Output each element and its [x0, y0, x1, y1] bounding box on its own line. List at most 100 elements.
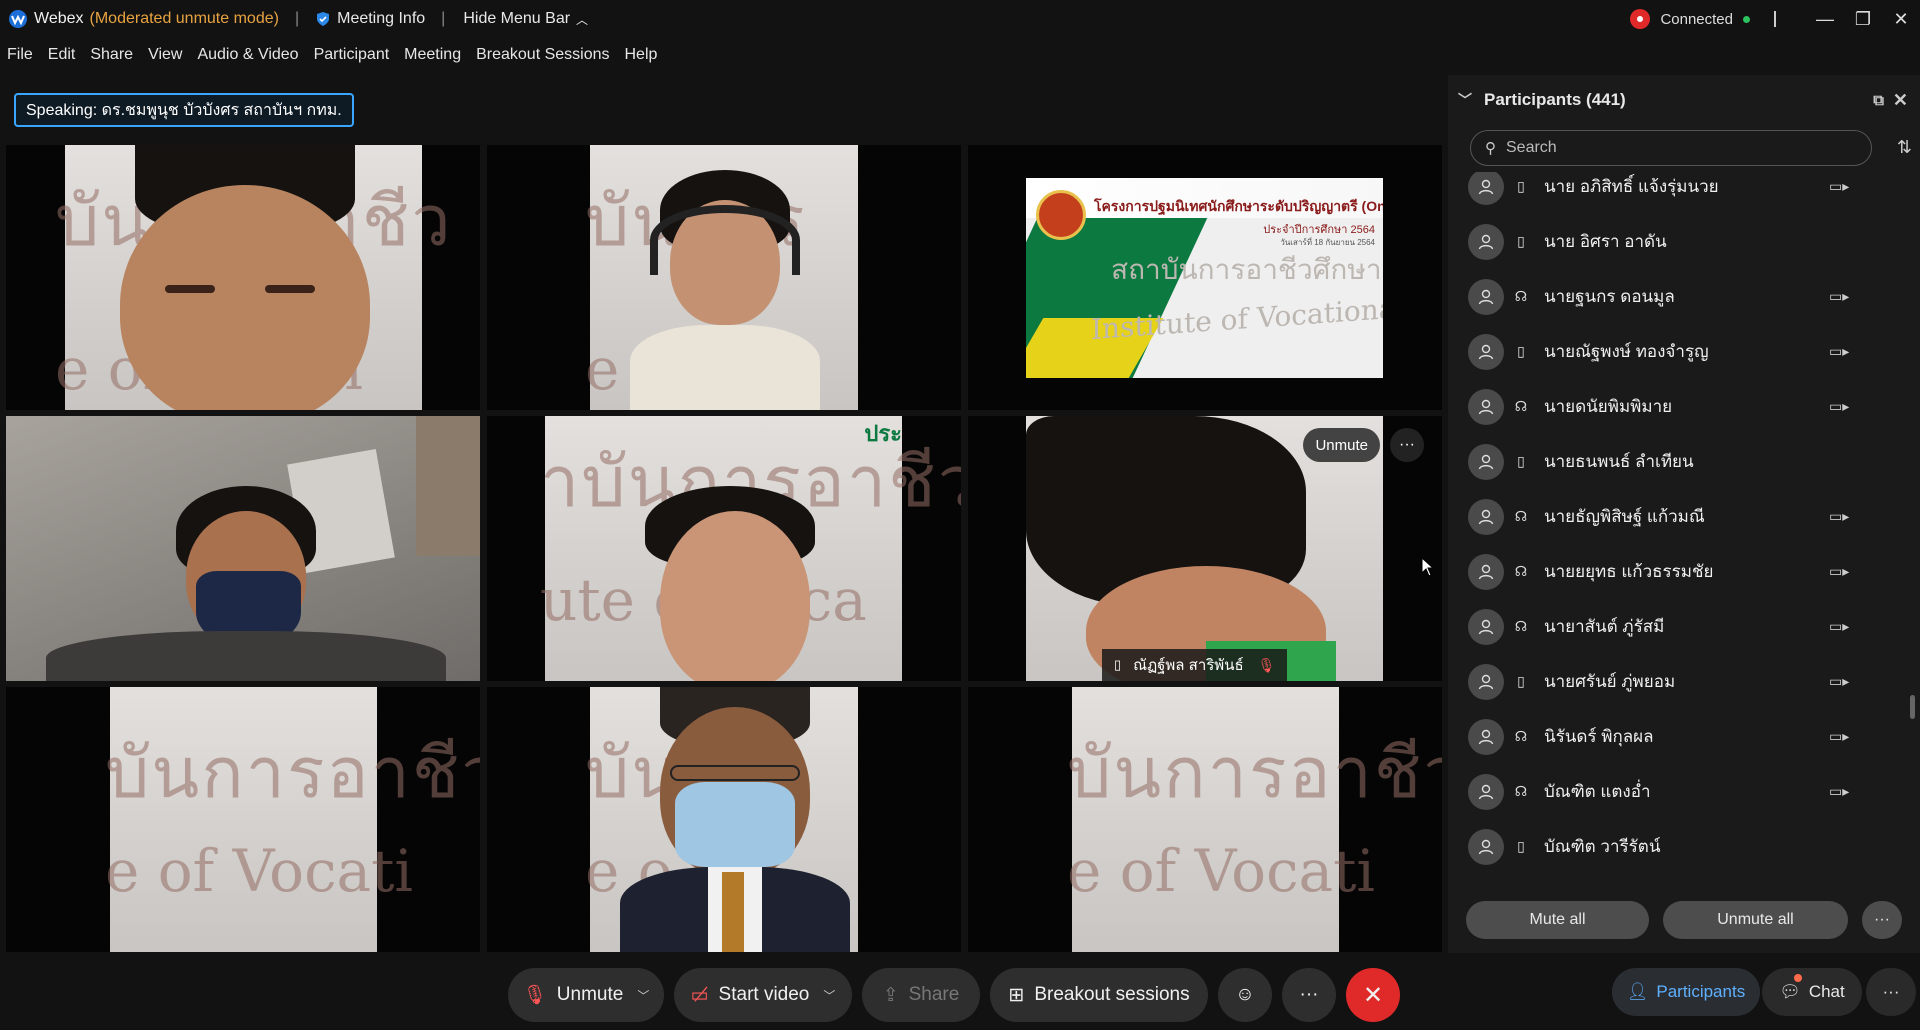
- menu-edit[interactable]: Edit: [48, 46, 76, 64]
- participant-name: บัณฑิต วารีรัตน์: [1544, 837, 1661, 856]
- participants-tab-label: Participants: [1656, 982, 1746, 1001]
- person-icon: [1478, 399, 1494, 414]
- menu-participant[interactable]: Participant: [314, 46, 390, 64]
- search-icon: ⚲: [1485, 140, 1496, 157]
- close-panel-icon[interactable]: ✕: [1893, 90, 1908, 111]
- panel-more-button[interactable]: ···: [1862, 901, 1902, 939]
- participant-row[interactable]: ▯ นายศรันย์ ภู่พยอม ▭▸ 🎙︎: [1468, 654, 1868, 709]
- chat-bubble-icon: 💬︎: [1779, 982, 1801, 1001]
- headset-icon: ☊: [1514, 783, 1528, 799]
- meeting-controls: 🎙︎ Unmute ﹀ ▭̸ Start video ﹀ ⇪ Share ⊞ B…: [508, 968, 1410, 1022]
- phone-icon: ▯: [1517, 838, 1525, 854]
- meeting-info-button[interactable]: Meeting Info: [315, 10, 425, 28]
- video-camera-icon: ▭▸: [1829, 343, 1850, 359]
- participant-name-tag: ▯ ณัฏฐ์พล สาริพันธ์ 🎙︎: [1102, 649, 1288, 681]
- chat-tab[interactable]: 💬︎ Chat: [1762, 968, 1862, 1016]
- unmute-label: Unmute: [556, 984, 624, 1005]
- person-icon: [1478, 179, 1494, 194]
- webex-logo-icon: [9, 10, 27, 28]
- chevron-down-icon[interactable]: ﹀: [637, 987, 649, 1004]
- sort-icon[interactable]: ⇅: [1897, 137, 1912, 158]
- tile-more-button[interactable]: ···: [1390, 428, 1424, 462]
- participant-row[interactable]: ☊ นายาสันต์ ภู่รัสมี ▭▸ 🎙︎: [1468, 599, 1868, 654]
- restore-button[interactable]: ❐: [1844, 9, 1882, 30]
- participants-tab[interactable]: 👤︎ Participants: [1612, 968, 1760, 1016]
- menu-file[interactable]: File: [7, 46, 33, 64]
- banner-wall-text: สถาบันการอาชีวศึกษากรุงเทพมหานคร: [1111, 253, 1383, 286]
- reactions-button[interactable]: ☺: [1218, 968, 1272, 1022]
- breakout-grid-icon: ⊞: [1008, 984, 1025, 1006]
- participant-row[interactable]: ☊ นายฐนกร ดอนมูล ▭▸ 🎙︎: [1468, 269, 1868, 324]
- video-camera-icon: ▭▸: [1829, 728, 1850, 744]
- breakout-sessions-button[interactable]: ⊞ Breakout sessions: [990, 968, 1208, 1022]
- video-tile[interactable]: บันการ e of Voc: [487, 145, 961, 410]
- start-video-label: Start video: [718, 984, 810, 1005]
- notification-dot: [1794, 974, 1802, 982]
- unmute-all-button[interactable]: Unmute all: [1663, 901, 1848, 939]
- video-tile[interactable]: บันการอาชีว e of Vocati: [6, 687, 480, 952]
- person-icon: [1478, 234, 1494, 249]
- video-tile[interactable]: [6, 416, 480, 681]
- tile-unmute-button[interactable]: 🎙︎ Unmute: [1303, 428, 1380, 462]
- video-tile[interactable]: ทาร 🎙︎ Unmute ··· ▯ ณัฏฐ์พล สาริพันธ์ 🎙︎: [968, 416, 1442, 681]
- pop-out-icon[interactable]: ⧉: [1873, 92, 1884, 109]
- participant-row[interactable]: ☊ นายดนัยพิมพิมาย ▭▸ 🎙︎: [1468, 379, 1868, 434]
- participant-row[interactable]: ▯ นาย อภิสิทธิ์ แจ้งรุ่มนวย ▭▸ 🎙︎: [1468, 172, 1868, 214]
- participant-row[interactable]: ☊ นายธัญพิสิษฐ์ แก้วมณี ▭▸ 🎙︎: [1468, 489, 1868, 544]
- institute-seal-icon: [1036, 190, 1086, 240]
- participant-row[interactable]: ☊ นายยยุทธ แก้วธรรมชัย ▭▸ 🎙︎: [1468, 544, 1868, 599]
- video-tile[interactable]: บันการอาชีว e of Vocati: [968, 687, 1442, 952]
- close-window-button[interactable]: ✕: [1882, 9, 1920, 30]
- chevron-down-icon[interactable]: ﹀: [823, 987, 835, 1004]
- video-feed: บันการอาชีว e of Vocati: [55, 145, 451, 410]
- menu-audio-video[interactable]: Audio & Video: [197, 46, 298, 64]
- participant-search-input[interactable]: ⚲ Search: [1470, 130, 1872, 166]
- video-tile[interactable]: บัน e o: [487, 687, 961, 952]
- avatar: [1468, 828, 1504, 865]
- more-options-button[interactable]: ···: [1282, 968, 1336, 1022]
- minimize-button[interactable]: —: [1806, 9, 1844, 30]
- video-camera-icon: ▭▸: [1829, 563, 1850, 579]
- mute-all-button[interactable]: Mute all: [1466, 901, 1649, 939]
- video-feed: าบันการอาชีวศึ ute of Voca ประ: [540, 416, 961, 681]
- participant-row[interactable]: ▯ นายธนพนธ์ ลำเทียน 🎙︎: [1468, 434, 1868, 489]
- unmute-button[interactable]: 🎙︎ Unmute ﹀: [508, 968, 664, 1022]
- chevron-down-icon[interactable]: ﹀: [1458, 90, 1472, 110]
- menu-share[interactable]: Share: [90, 46, 133, 64]
- start-video-button[interactable]: ▭̸ Start video ﹀: [674, 968, 852, 1022]
- menu-help[interactable]: Help: [625, 46, 658, 64]
- participant-name: ณัฏฐ์พล สาริพันธ์: [1133, 657, 1244, 674]
- leave-meeting-button[interactable]: ✕: [1346, 968, 1400, 1022]
- video-tile[interactable]: บันการอาชีว e of Vocati: [6, 145, 480, 410]
- participant-row[interactable]: ▯ บัณฑิต วารีรัตน์ 🎙︎: [1468, 819, 1868, 874]
- person-icon: [1478, 454, 1494, 469]
- menu-breakout-sessions[interactable]: Breakout Sessions: [476, 46, 609, 64]
- avatar: [1468, 172, 1504, 205]
- participant-row[interactable]: ▯ นายณัฐพงษ์ ทองจำรูญ ▭▸ 🎙︎: [1468, 324, 1868, 379]
- menu-view[interactable]: View: [148, 46, 182, 64]
- avatar: [1468, 608, 1504, 645]
- hide-menu-bar-button[interactable]: Hide Menu Bar ︿: [463, 10, 588, 28]
- mouse-cursor-icon: [1421, 557, 1435, 577]
- video-camera-icon: ▭▸: [1829, 398, 1850, 414]
- hide-menu-bar-label: Hide Menu Bar: [463, 10, 571, 27]
- video-tile[interactable]: โครงการปฐมนิเทศนักศึกษาระดับปริญญาตรี (O…: [968, 145, 1442, 410]
- panel-tabs: 👤︎ Participants 💬︎ Chat ···: [1612, 968, 1916, 1016]
- participant-row[interactable]: ▯ นาย อิศรา อาดัน 🎙︎: [1468, 214, 1868, 269]
- tabs-more-button[interactable]: ···: [1866, 968, 1916, 1016]
- person-icon: [1478, 344, 1494, 359]
- phone-icon: ▯: [1517, 233, 1525, 249]
- video-tile[interactable]: าบันการอาชีวศึ ute of Voca ประ: [487, 416, 961, 681]
- share-button[interactable]: ⇪ Share: [862, 968, 980, 1022]
- banner-title: โครงการปฐมนิเทศนักศึกษาระดับปริญญาตรี (O…: [1094, 198, 1383, 214]
- participant-name: นายณัฐพงษ์ ทองจำรูญ: [1544, 342, 1709, 361]
- avatar: [1468, 773, 1504, 810]
- participant-list-scrollbar[interactable]: [1910, 695, 1915, 719]
- participant-row[interactable]: ☊ นิรันดร์ พิกุลผล ▭▸ 🎙︎: [1468, 709, 1868, 764]
- participant-row[interactable]: ☊ บัณฑิต แตงอ่ำ ▭▸ 🎙︎: [1468, 764, 1868, 819]
- menu-meeting[interactable]: Meeting: [404, 46, 461, 64]
- video-feed: [6, 416, 480, 681]
- tile-unmute-label: Unmute: [1315, 436, 1368, 454]
- video-camera-icon: ▭▸: [1829, 618, 1850, 634]
- connection-status: Connected: [1660, 10, 1733, 28]
